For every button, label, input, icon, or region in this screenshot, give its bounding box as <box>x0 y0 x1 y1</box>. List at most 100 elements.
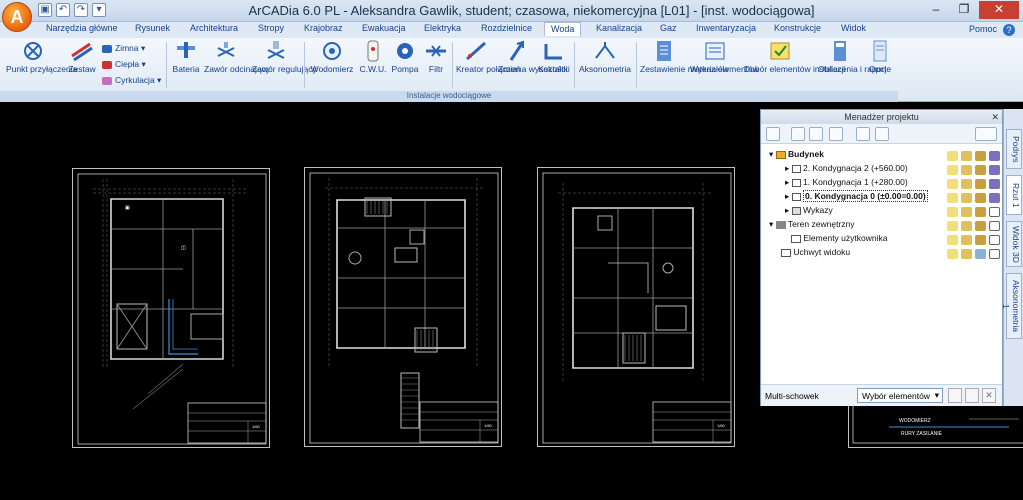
tab-stropy[interactable]: Stropy <box>258 23 284 33</box>
print-icon[interactable] <box>975 165 986 175</box>
tab-narzedzia-glowne[interactable]: Narzędzia główne <box>46 23 118 33</box>
expand-icon[interactable]: ▸ <box>785 191 789 201</box>
zestawienie-materialow-button[interactable]: Zestawienie materiałów <box>640 40 729 74</box>
paste-icon[interactable] <box>965 388 979 403</box>
building-properties-icon[interactable] <box>766 127 780 141</box>
ciepla-button[interactable]: Ciepła ▾ <box>102 59 146 70</box>
close-panel-icon[interactable]: ✕ <box>991 110 999 124</box>
copy-icon[interactable] <box>948 388 962 403</box>
lock-icon[interactable] <box>961 193 972 203</box>
app-logo-icon[interactable]: A <box>2 2 32 32</box>
help-menu[interactable]: Pomoc <box>969 24 997 34</box>
print-icon[interactable] <box>975 207 986 217</box>
lock-icon[interactable] <box>961 179 972 189</box>
visibility-bulb-icon[interactable] <box>947 193 958 203</box>
pompa-button[interactable]: Pompa <box>390 40 420 74</box>
wykaz-elementow-button[interactable]: Wykaz elementów <box>690 40 759 74</box>
tab-aksonometria-1[interactable]: Aksonometria 1 <box>1001 273 1022 339</box>
drawing-sheet-3[interactable]: 1/60 <box>537 167 735 447</box>
print-icon[interactable] <box>975 179 986 189</box>
close-button[interactable]: ✕ <box>979 1 1019 19</box>
lock-icon[interactable] <box>961 249 972 259</box>
print-icon[interactable] <box>975 249 986 259</box>
tab-elektryka[interactable]: Elektryka <box>424 23 461 33</box>
zimna-button[interactable]: Zimna ▾ <box>102 43 145 54</box>
tab-widok-3d[interactable]: Widok 3D <box>1006 221 1022 267</box>
maximize-button[interactable]: ❐ <box>951 1 977 19</box>
collapse-icon[interactable]: ▾ <box>769 219 773 229</box>
print-icon[interactable] <box>975 221 986 231</box>
lock-icon[interactable] <box>961 165 972 175</box>
obliczenia-raport-button[interactable]: Obliczenia i raport <box>818 40 887 74</box>
tab-podrys[interactable]: Podrys <box>1006 129 1022 169</box>
help-icon[interactable]: ? <box>1003 24 1015 36</box>
drawing-sheet-4-partial[interactable]: WODOMIERZ RURY ZASILANIE <box>848 405 1023 448</box>
visibility-bulb-icon[interactable] <box>947 165 958 175</box>
circulation-icon <box>102 76 112 85</box>
tab-kanalizacja[interactable]: Kanalizacja <box>596 23 642 33</box>
cwu-button[interactable]: C.W.U. <box>358 40 388 74</box>
color-icon[interactable] <box>989 235 1000 245</box>
tab-konstrukcje[interactable]: Konstrukcje <box>774 23 821 33</box>
opcje-button[interactable]: Opcje <box>866 40 894 74</box>
wodomierz-button[interactable]: Wodomierz <box>308 40 356 74</box>
zmiana-wysokosci-button[interactable]: Zmiana wysokości <box>498 40 567 74</box>
expand-icon[interactable]: ▸ <box>785 177 789 187</box>
print-icon[interactable] <box>975 193 986 203</box>
zawor-regulujacy-button[interactable]: Zawór regulujący <box>252 40 317 74</box>
color-icon[interactable] <box>989 193 1000 203</box>
add-group-icon[interactable] <box>829 127 843 141</box>
zestaw-button[interactable]: Zestaw <box>64 40 100 74</box>
tab-widok[interactable]: Widok <box>841 23 866 33</box>
kreator-polaczen-button[interactable]: Kreator połączeń <box>456 40 520 74</box>
lock-icon[interactable] <box>961 207 972 217</box>
cyrkulacja-button[interactable]: Cyrkulacja ▾ <box>102 75 161 86</box>
select-elements-dropdown[interactable]: Wybór elementów ▾ <box>857 388 943 403</box>
add-level-icon[interactable] <box>791 127 805 141</box>
lock-icon[interactable] <box>961 235 972 245</box>
visibility-bulb-icon[interactable] <box>947 179 958 189</box>
color-icon[interactable] <box>989 151 1000 161</box>
lock-icon[interactable] <box>961 221 972 231</box>
expand-icon[interactable]: ▸ <box>785 163 789 173</box>
move-up-icon[interactable] <box>856 127 870 141</box>
tab-rysunek[interactable]: Rysunek <box>135 23 170 33</box>
color-icon[interactable] <box>989 249 1000 259</box>
tab-architektura[interactable]: Architektura <box>190 23 238 33</box>
visibility-bulb-icon[interactable] <box>947 235 958 245</box>
tab-gaz[interactable]: Gaz <box>660 23 677 33</box>
bateria-button[interactable]: Bateria <box>170 40 202 74</box>
zawor-odcinajacy-button[interactable]: Zawór odcinający <box>204 40 270 74</box>
drawing-sheet-2[interactable]: 1/60 <box>304 167 502 447</box>
color-icon[interactable] <box>989 165 1000 175</box>
color-icon[interactable] <box>989 207 1000 217</box>
color-icon[interactable] <box>989 221 1000 231</box>
filtr-button[interactable]: Filtr <box>424 40 448 74</box>
insert-level-icon[interactable] <box>809 127 823 141</box>
tab-rzut-1[interactable]: Rzut 1 <box>1006 175 1022 215</box>
dobor-elementow-button[interactable]: Dobór elementów instalacji <box>744 40 846 74</box>
delete-icon[interactable]: ✕ <box>982 388 996 403</box>
ksztalki-button[interactable]: Kształtki <box>538 40 570 74</box>
expand-icon[interactable]: ▸ <box>785 205 789 215</box>
minimize-button[interactable]: – <box>923 1 949 19</box>
move-down-icon[interactable] <box>875 127 889 141</box>
lock-icon[interactable] <box>961 151 972 161</box>
punkt-przylaczenia-button[interactable]: Punkt przyłączenia <box>6 40 77 74</box>
tab-woda[interactable]: Woda <box>544 22 582 36</box>
filter-dropdown-icon[interactable] <box>975 127 997 141</box>
drawing-sheet-1[interactable]: ▣ ◫ 1/60 <box>72 168 270 448</box>
tab-ewakuacja[interactable]: Ewakuacja <box>362 23 406 33</box>
color-icon[interactable] <box>989 179 1000 189</box>
tab-inwentaryzacja[interactable]: Inwentaryzacja <box>696 23 756 33</box>
collapse-icon[interactable]: ▾ <box>769 149 773 159</box>
tab-krajobraz[interactable]: Krajobraz <box>304 23 343 33</box>
print-icon[interactable] <box>975 235 986 245</box>
visibility-bulb-icon[interactable] <box>947 249 958 259</box>
visibility-bulb-icon[interactable] <box>947 221 958 231</box>
visibility-bulb-icon[interactable] <box>947 207 958 217</box>
visibility-bulb-icon[interactable] <box>947 151 958 161</box>
aksonometria-button[interactable]: Aksonometria <box>578 40 632 74</box>
print-icon[interactable] <box>975 151 986 161</box>
tab-rozdzielnice[interactable]: Rozdzielnice <box>481 23 532 33</box>
